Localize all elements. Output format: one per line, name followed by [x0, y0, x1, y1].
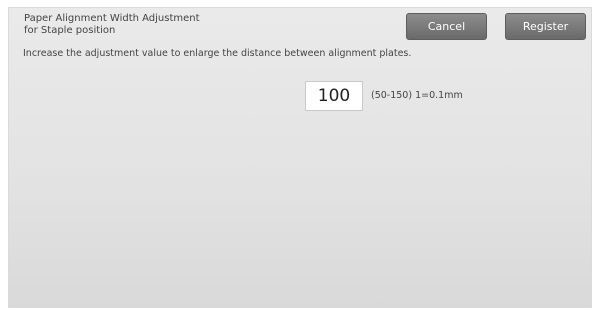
page-title: Paper Alignment Width Adjustment for Sta…: [24, 13, 284, 37]
register-button[interactable]: Register: [505, 13, 586, 40]
page-title-line2: for Staple position: [24, 25, 116, 36]
page-title-line1: Paper Alignment Width Adjustment: [24, 13, 200, 24]
range-info-text: (50-150) 1=0.1mm: [371, 90, 463, 101]
adjustment-panel: Paper Alignment Width Adjustment for Sta…: [8, 7, 592, 308]
cancel-button[interactable]: Cancel: [406, 13, 487, 40]
adjustment-value-input[interactable]: 100: [305, 81, 363, 111]
instruction-text: Increase the adjustment value to enlarge…: [23, 48, 412, 59]
